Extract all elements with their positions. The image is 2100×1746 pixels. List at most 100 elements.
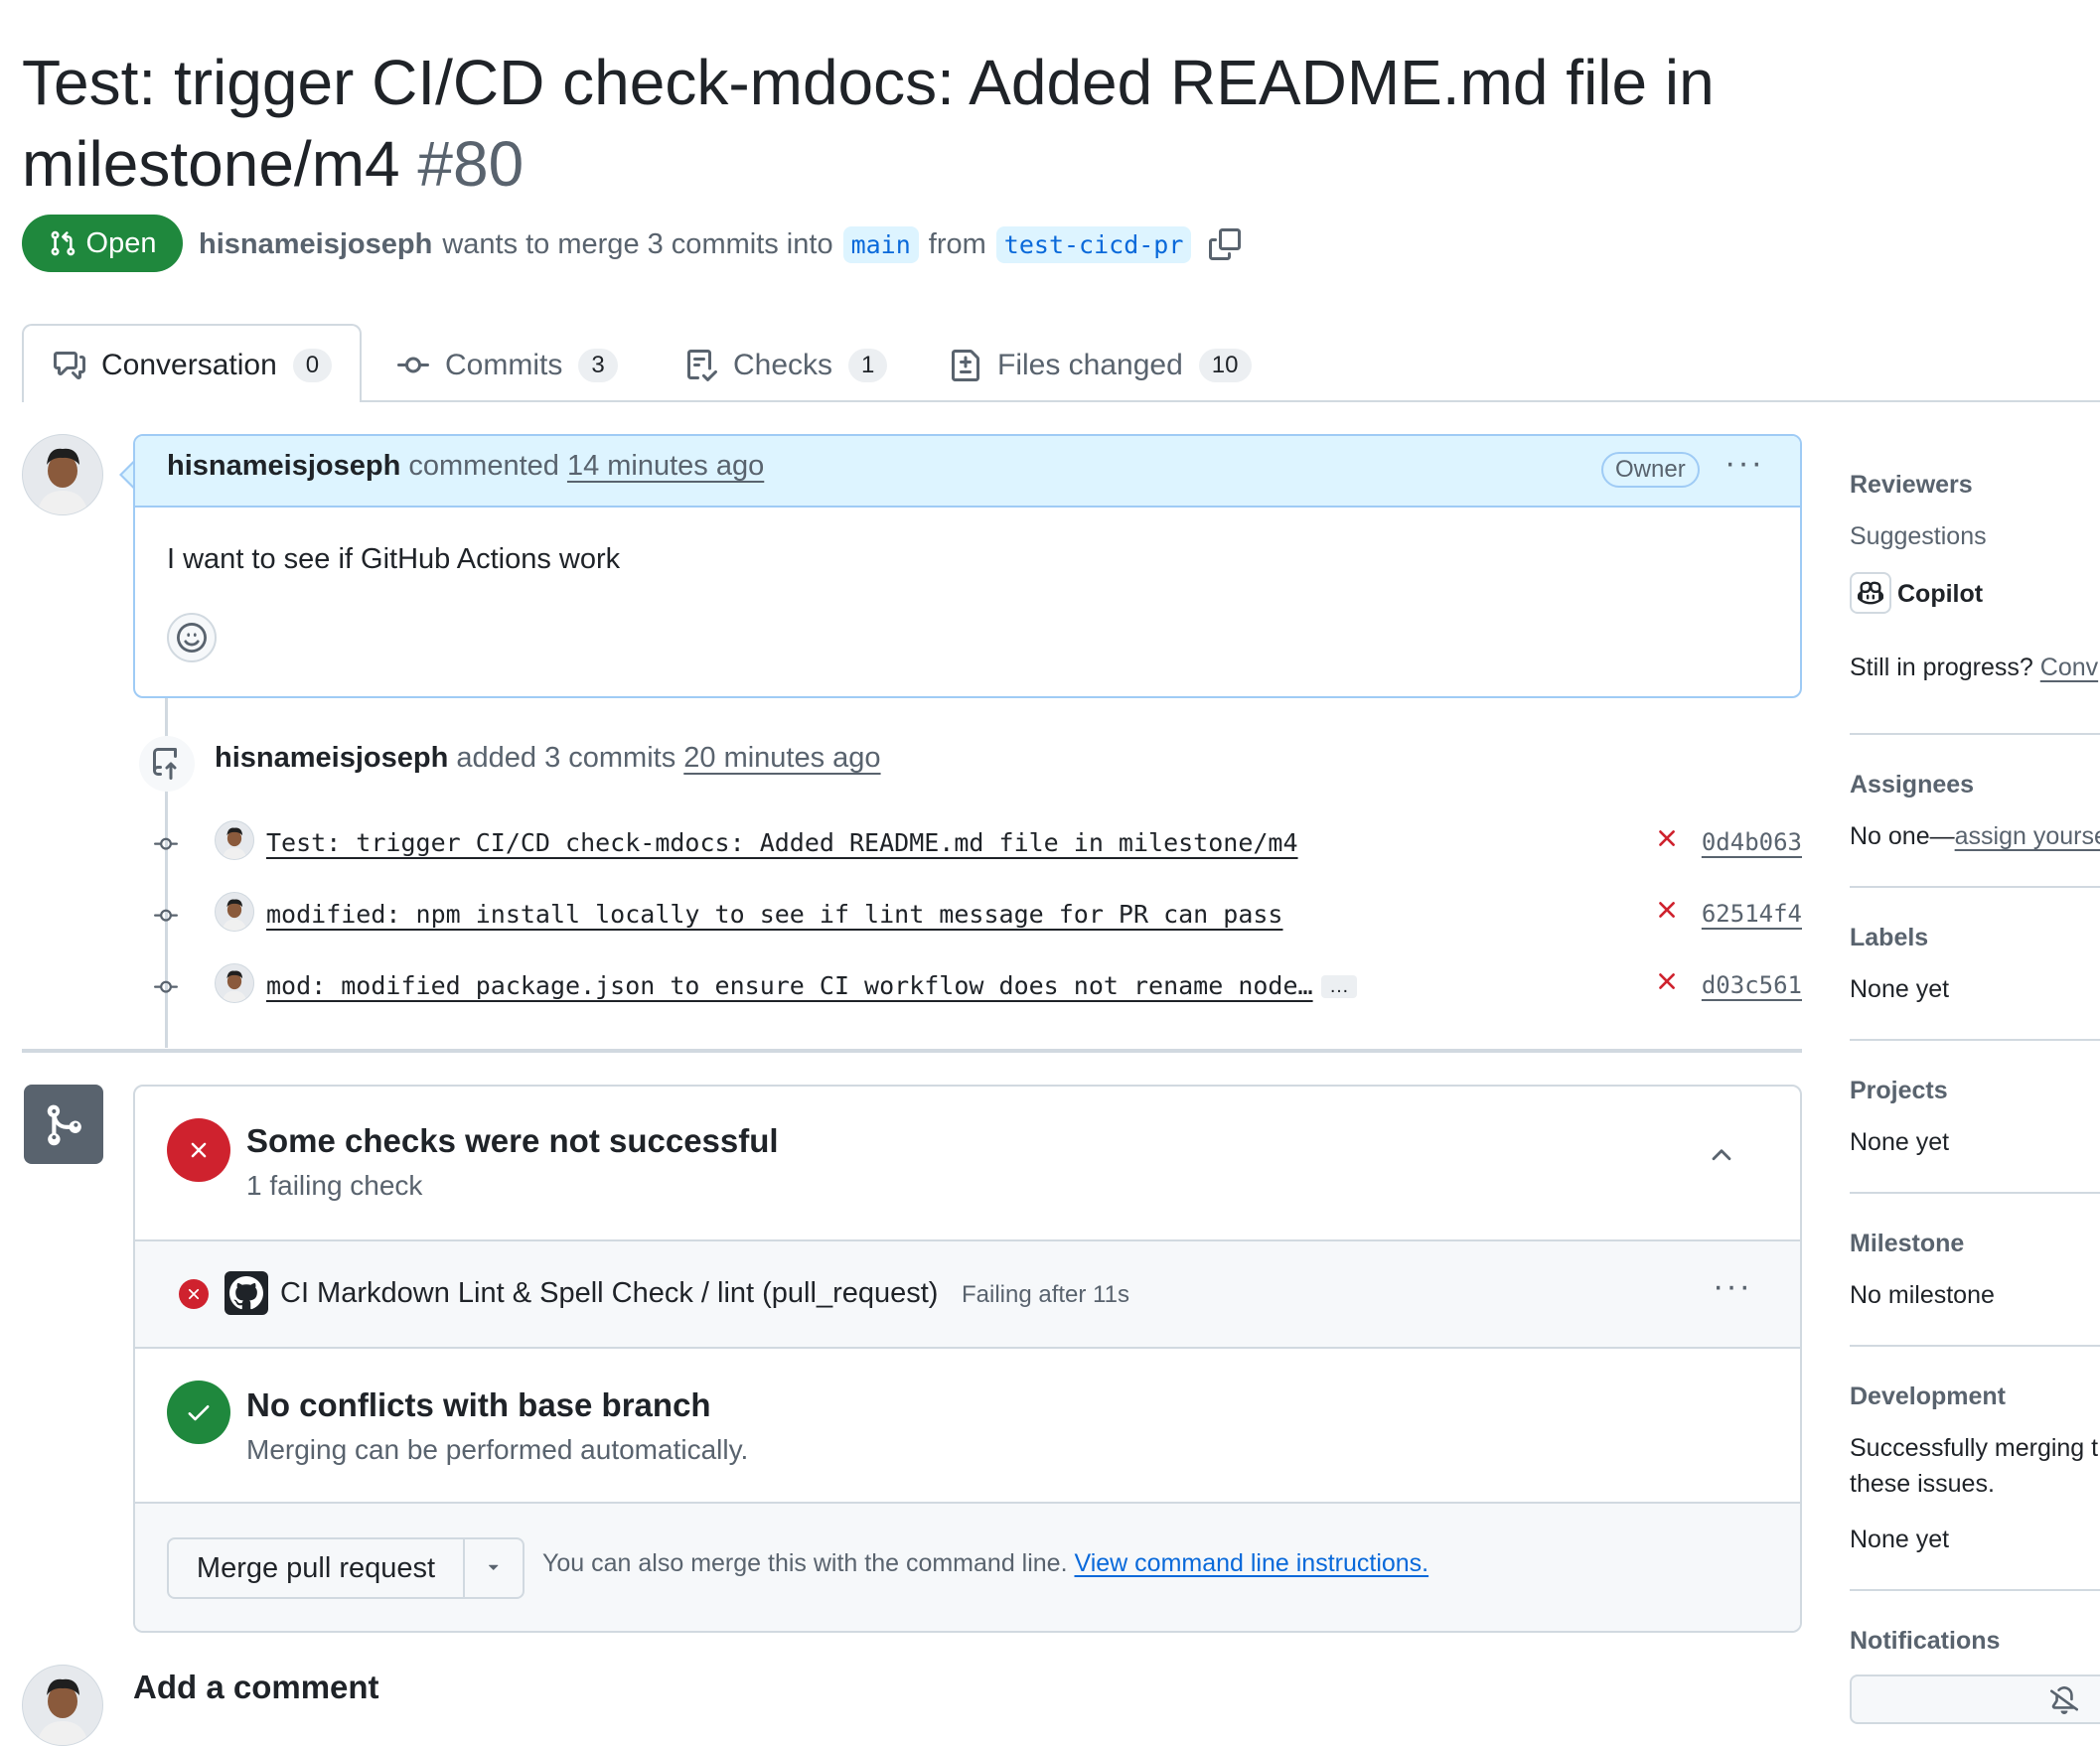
merge-box: Some checks were not successful 1 failin… xyxy=(133,1085,1802,1633)
pr-title-text: Test: trigger CI/CD check-mdocs: Added R… xyxy=(22,47,1715,200)
development-text-line2: these issues. xyxy=(1850,1470,1995,1498)
command-line-instructions-link[interactable]: View command line instructions. xyxy=(1074,1549,1428,1577)
divider xyxy=(135,1347,1800,1349)
notifications-heading: Notifications xyxy=(1850,1627,2001,1655)
comment-box: hisnameisjoseph commented 14 minutes ago… xyxy=(133,434,1802,698)
base-branch[interactable]: main xyxy=(842,225,919,263)
check-run-status: Failing after 11s xyxy=(962,1281,1129,1308)
expand-commit-message-button[interactable]: … xyxy=(1321,975,1357,998)
sidebar-divider xyxy=(1850,1039,2100,1041)
commit-row: modified: npm install locally to see if … xyxy=(149,892,1802,940)
github-logo-icon xyxy=(225,1271,268,1315)
push-event-badge xyxy=(139,736,195,792)
x-circle-fill-icon xyxy=(179,1279,209,1309)
copy-icon[interactable] xyxy=(1209,228,1242,260)
git-commit-icon xyxy=(149,904,183,928)
check-run-name[interactable]: CI Markdown Lint & Spell Check / lint (p… xyxy=(280,1277,938,1310)
triangle-down-icon xyxy=(483,1557,505,1579)
pr-author-link[interactable]: hisnameisjoseph xyxy=(199,228,432,261)
assign-yourself-link[interactable]: assign yourse xyxy=(1955,822,2100,850)
checks-title: Some checks were not successful xyxy=(246,1122,779,1159)
tab-files-changed[interactable]: Files changed 10 xyxy=(950,338,1252,393)
x-icon[interactable] xyxy=(1653,824,1681,852)
commit-sha-link[interactable]: 0d4b063 xyxy=(1702,828,1802,856)
check-run-row[interactable]: CI Markdown Lint & Spell Check / lint (p… xyxy=(135,1241,1800,1347)
merge-method-dropdown[interactable] xyxy=(465,1539,523,1597)
milestone-heading[interactable]: Milestone xyxy=(1850,1230,1964,1258)
head-branch[interactable]: test-cicd-pr xyxy=(995,225,1192,263)
commit-message-link[interactable]: mod: modified package.json to ensure CI … xyxy=(266,971,1313,1000)
comment-meta: hisnameisjoseph commented 14 minutes ago xyxy=(167,450,764,483)
labels-heading[interactable]: Labels xyxy=(1850,924,1928,952)
copilot-icon[interactable] xyxy=(1850,572,1891,614)
tab-counter: 0 xyxy=(292,349,333,382)
copilot-reviewer-label[interactable]: Copilot xyxy=(1897,580,1983,609)
commit-sha-link[interactable]: d03c561 xyxy=(1702,971,1802,999)
reviewer-suggestions-label: Suggestions xyxy=(1850,522,1987,550)
tab-conversation[interactable]: Conversation 0 xyxy=(54,338,333,393)
pr-title: Test: trigger CI/CD check-mdocs: Added R… xyxy=(22,42,2088,205)
tab-checks[interactable]: Checks 1 xyxy=(685,338,888,393)
check-circle-icon xyxy=(167,1381,230,1444)
sidebar-divider xyxy=(1850,1345,2100,1347)
commit-message-link[interactable]: Test: trigger CI/CD check-mdocs: Added R… xyxy=(266,828,1298,857)
projects-heading[interactable]: Projects xyxy=(1850,1077,1948,1105)
merge-footer: Merge pull request You can also merge th… xyxy=(135,1504,1800,1631)
notifications-button[interactable] xyxy=(1850,1674,2100,1724)
merge-hint-text: You can also merge this with the command… xyxy=(542,1549,1068,1577)
commit-row: Test: trigger CI/CD check-mdocs: Added R… xyxy=(149,820,1802,868)
add-comment-heading: Add a comment xyxy=(133,1669,379,1705)
kebab-horizontal-icon[interactable]: ··· xyxy=(1725,444,1764,483)
development-text-line1: Successfully merging t xyxy=(1850,1434,2099,1462)
sidebar-divider xyxy=(1850,733,2100,735)
push-author[interactable]: hisnameisjoseph xyxy=(215,742,448,774)
checklist-icon xyxy=(685,350,717,381)
x-circle-icon xyxy=(167,1118,230,1182)
x-icon[interactable] xyxy=(1653,896,1681,924)
merge-button-group: Merge pull request xyxy=(167,1537,525,1599)
tab-label: Checks xyxy=(733,349,833,381)
tab-label: Commits xyxy=(445,349,563,381)
timeline-break xyxy=(22,1049,1802,1053)
x-icon[interactable] xyxy=(1653,967,1681,995)
commit-row: mod: modified package.json to ensure CI … xyxy=(149,963,1802,1011)
push-timestamp[interactable]: 20 minutes ago xyxy=(683,742,880,774)
add-reaction-button[interactable] xyxy=(167,613,217,662)
comment-author[interactable]: hisnameisjoseph xyxy=(167,450,400,482)
comment-timestamp[interactable]: 14 minutes ago xyxy=(567,450,764,482)
checks-subtitle: 1 failing check xyxy=(246,1170,423,1201)
tab-commits[interactable]: Commits 3 xyxy=(397,338,618,393)
sidebar-divider xyxy=(1850,1589,2100,1591)
comment-discussion-icon xyxy=(54,350,85,381)
tab-counter: 3 xyxy=(578,349,618,382)
merge-text: wants to merge 3 commits into xyxy=(442,227,833,260)
kebab-horizontal-icon[interactable]: ··· xyxy=(1713,1267,1752,1306)
git-commit-icon xyxy=(149,975,183,999)
avatar[interactable] xyxy=(22,434,103,515)
avatar[interactable] xyxy=(215,820,254,860)
merge-hint: You can also merge this with the command… xyxy=(542,1549,1428,1578)
commit-sha-link[interactable]: 62514f4 xyxy=(1702,900,1802,928)
push-action: added 3 commits xyxy=(456,742,676,774)
merge-pull-request-button[interactable]: Merge pull request xyxy=(169,1539,465,1597)
convert-to-draft-link[interactable]: Conv xyxy=(2040,654,2098,681)
development-heading[interactable]: Development xyxy=(1850,1382,2006,1411)
development-value: None yet xyxy=(1850,1526,1950,1553)
reviewers-heading[interactable]: Reviewers xyxy=(1850,471,1973,500)
tab-label: Conversation xyxy=(101,349,277,381)
commit-message-link[interactable]: modified: npm install locally to see if … xyxy=(266,900,1283,929)
sidebar-divider xyxy=(1850,886,2100,888)
pr-state-badge: Open xyxy=(22,215,183,272)
tab-counter: 10 xyxy=(1198,349,1252,382)
file-diff-icon xyxy=(950,350,981,381)
conflicts-title: No conflicts with base branch xyxy=(246,1386,711,1423)
owner-badge: Owner xyxy=(1601,452,1700,488)
pr-state-label: Open xyxy=(85,226,157,259)
avatar[interactable] xyxy=(215,892,254,932)
still-in-progress-text: Still in progress? xyxy=(1850,654,2033,681)
assignees-heading[interactable]: Assignees xyxy=(1850,771,1974,800)
push-event-text: hisnameisjoseph added 3 commits 20 minut… xyxy=(215,742,881,775)
labels-value: None yet xyxy=(1850,975,1950,1003)
avatar[interactable] xyxy=(215,963,254,1003)
chevron-up-icon[interactable] xyxy=(1707,1140,1736,1170)
